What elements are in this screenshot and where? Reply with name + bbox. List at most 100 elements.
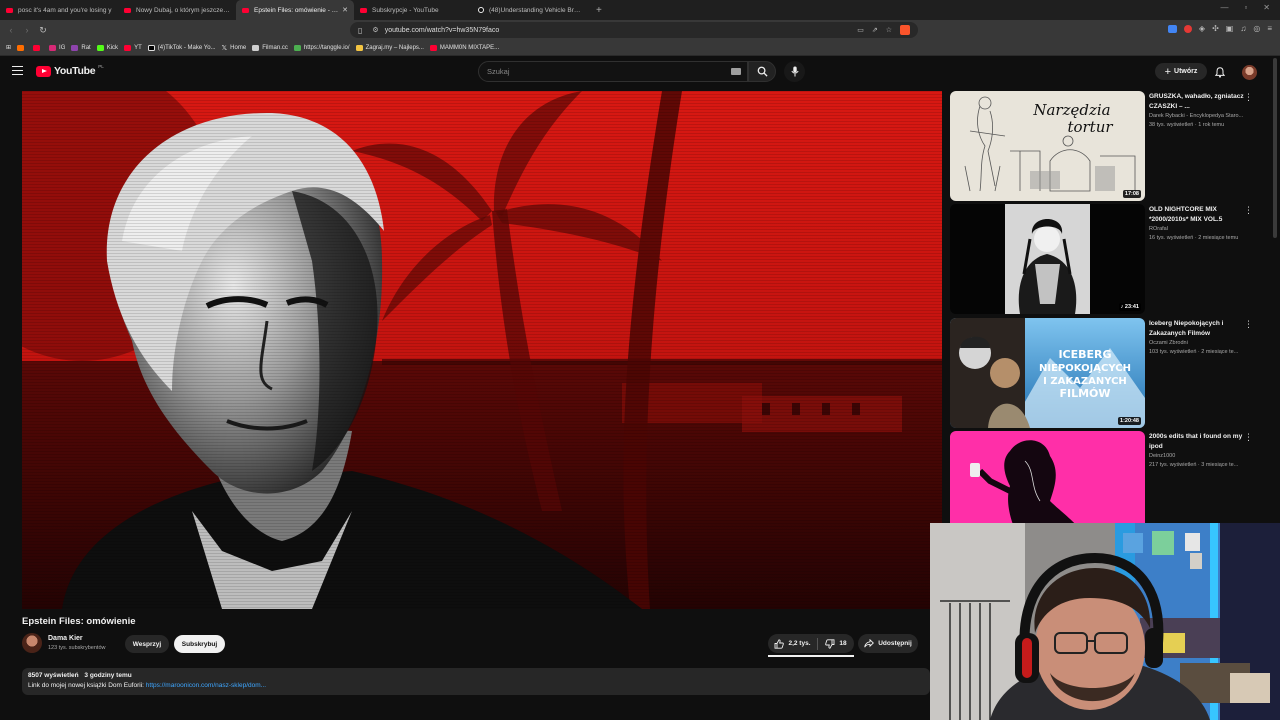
recommendation-channel[interactable]: Darek Rybacki - Encyklopedya Staro...: [1149, 113, 1249, 119]
cast-icon[interactable]: ▭: [857, 26, 864, 34]
browser-toolbar: ‹ › ↻ ▯ ⚙ youtube.com/watch?v=hw35N79fac…: [0, 20, 1280, 40]
maximize-icon[interactable]: ▫: [1244, 3, 1247, 12]
description-box[interactable]: 8507 wyświetleń 3 godziny temu Link do m…: [22, 668, 930, 695]
video-duration: ♪ 23:41: [1118, 303, 1141, 311]
recommendation-item[interactable]: Narzędzia tortur 17:08 GRUSZKA, wahadło,…: [950, 91, 1270, 201]
bookmark-item[interactable]: MAMM0N MIXTAPE...: [429, 44, 499, 51]
video-duration: 1:20:48: [1118, 417, 1141, 425]
star-icon[interactable]: ☆: [886, 26, 892, 34]
video-thumbnail[interactable]: ♪ 23:41: [950, 204, 1145, 314]
youtube-icon: [360, 7, 367, 13]
create-button[interactable]: + Utwórz: [1155, 63, 1207, 80]
youtube-icon: [242, 7, 249, 13]
channel-avatar[interactable]: [22, 633, 42, 653]
notifications-bell-icon[interactable]: [1213, 65, 1227, 79]
recommendation-item[interactable]: ♪ 23:41 OLD NIGHTCORE MIX *2000/2010s* M…: [950, 204, 1270, 314]
like-ratio-bar: [768, 655, 854, 657]
address-bar[interactable]: ▯ ⚙ youtube.com/watch?v=hw35N79faco ▭ ⇗ …: [350, 22, 918, 38]
new-tab-button[interactable]: +: [596, 5, 602, 16]
voice-search-button[interactable]: [784, 61, 805, 82]
bookmark-item[interactable]: Filman.cc: [252, 44, 288, 51]
close-tab-icon[interactable]: ✕: [342, 6, 348, 14]
forward-icon[interactable]: ›: [19, 25, 35, 35]
apps-icon[interactable]: ⊞: [6, 44, 11, 51]
recommendation-meta: 38 tys. wyświetleń · 1 rok temu: [1149, 122, 1225, 128]
hamburger-menu-icon[interactable]: [12, 66, 23, 75]
extension-icon[interactable]: [1167, 24, 1177, 33]
keyboard-icon[interactable]: [731, 68, 741, 75]
recommendation-title[interactable]: GRUSZKA, wahadło, zgniatacz CZASZKI – ..…: [1149, 92, 1249, 111]
channel-name[interactable]: Dama Kier: [48, 635, 105, 642]
recommendation-title[interactable]: Iceberg Niepokojących i Zakazanych Filmó…: [1149, 319, 1249, 338]
thumb-text: ICEBERG: [1058, 348, 1111, 361]
microphone-icon: [790, 66, 799, 77]
recommendation-item[interactable]: ICEBERG NIEPOKOJĄCYCH I ZAKAZANYCH FILMÓ…: [950, 318, 1270, 428]
more-options-icon[interactable]: ⋮: [1244, 320, 1253, 329]
reload-icon[interactable]: ↻: [35, 25, 51, 36]
bookmark-icon[interactable]: ▯: [358, 26, 362, 35]
support-button[interactable]: Wesprzyj: [125, 635, 169, 653]
record-extension-icon[interactable]: [1183, 24, 1192, 33]
wallet-icon[interactable]: ◎: [1253, 24, 1260, 33]
minimize-icon[interactable]: —: [1220, 3, 1228, 12]
account-avatar[interactable]: [1242, 65, 1257, 80]
bookmark-item[interactable]: Kick: [96, 44, 118, 51]
music-icon[interactable]: ♫: [1240, 24, 1246, 33]
like-button[interactable]: 2,2 tys.: [768, 637, 818, 650]
recommendation-meta: 217 tys. wyświetleń · 3 miesiące te...: [1149, 462, 1239, 468]
bookmark-item[interactable]: 𝕏 Home: [222, 44, 247, 52]
recommendation-title[interactable]: OLD NIGHTCORE MIX *2000/2010s* MIX VOL.5: [1149, 205, 1249, 224]
youtube-masthead: YouTube PL Szukaj + Utwórz: [0, 57, 1280, 87]
bookmark-item[interactable]: (4)TikTok - Make Yo...: [147, 44, 216, 51]
video-thumbnail[interactable]: Narzędzia tortur 17:08: [950, 91, 1145, 201]
dislike-button[interactable]: 18: [818, 638, 854, 649]
bookmark-item[interactable]: https://tanggle.io/: [293, 44, 350, 51]
youtube-logo[interactable]: YouTube PL: [36, 64, 104, 77]
more-options-icon[interactable]: ⋮: [1244, 93, 1253, 102]
tab-title: Epstein Files: omówienie - Yo: [254, 6, 339, 14]
bookmark-item[interactable]: YT: [124, 44, 142, 51]
search-button[interactable]: [748, 61, 776, 82]
site-info-icon[interactable]: ⚙: [372, 26, 378, 34]
recommendation-channel[interactable]: Deinz1000: [1149, 453, 1249, 459]
sidebar-icon[interactable]: ▣: [1226, 24, 1234, 33]
url-text[interactable]: youtube.com/watch?v=hw35N79faco: [385, 27, 500, 34]
video-player[interactable]: [22, 91, 942, 609]
youtube-play-icon: [36, 65, 51, 77]
more-options-icon[interactable]: ⋮: [1244, 206, 1253, 215]
back-icon[interactable]: ‹: [3, 25, 19, 35]
video-frame: [22, 91, 942, 609]
share-page-icon[interactable]: ⇗: [872, 26, 878, 34]
subscribe-button[interactable]: Subskrybuj: [174, 635, 225, 653]
page-scrollbar[interactable]: [1273, 58, 1277, 238]
puzzle-icon[interactable]: ✣: [1212, 24, 1219, 33]
bookmark-item[interactable]: Zagraj.my – Najleps...: [355, 44, 424, 51]
bookmark-item[interactable]: IG: [49, 44, 65, 51]
browser-tab[interactable]: Subskrypcje - YouTube: [354, 0, 472, 20]
close-window-icon[interactable]: ✕: [1263, 3, 1270, 12]
menu-icon[interactable]: ≡: [1267, 24, 1272, 33]
video-thumbnail[interactable]: ICEBERG NIEPOKOJĄCYCH I ZAKAZANYCH FILMÓ…: [950, 318, 1145, 428]
recommendation-meta: 103 tys. wyświetleń · 2 miesiące te...: [1149, 349, 1239, 355]
recommendation-channel[interactable]: Oczami Zbrodni: [1149, 340, 1249, 346]
description-link[interactable]: https://maroonicon.com/nasz-sklep/dom...: [146, 682, 266, 689]
recommendation-title[interactable]: 2000s edits that i found on my ipod: [1149, 432, 1249, 451]
browser-tab-active[interactable]: Epstein Files: omówienie - Yo ✕: [236, 0, 354, 20]
browser-tab[interactable]: posc it's 4am and you're losing y: [0, 0, 118, 20]
plus-icon: +: [1164, 65, 1172, 78]
search-input[interactable]: Szukaj: [478, 61, 748, 82]
more-options-icon[interactable]: ⋮: [1244, 433, 1253, 442]
recommendation-channel[interactable]: ROrafal: [1149, 226, 1249, 232]
thumb-text: FILMÓW: [1059, 387, 1110, 400]
gamepad-icon[interactable]: ◈: [1199, 24, 1205, 33]
tiktok-icon: [478, 7, 484, 13]
subscriber-count: 123 tys. subskrybentów: [48, 645, 106, 651]
brave-shield-icon[interactable]: [900, 25, 910, 35]
browser-tab[interactable]: (48)Understanding Vehicle Breakdow: [472, 0, 590, 20]
share-button[interactable]: Udostępnij: [858, 634, 918, 653]
browser-tab[interactable]: Nowy Dubaj, o którym jeszcze nie sł: [118, 0, 236, 20]
bookmark-item[interactable]: [33, 44, 43, 51]
description-text: Link do mojej nowej książki Dom Euforii:…: [28, 682, 267, 689]
bookmark-item[interactable]: [17, 44, 27, 51]
bookmark-item[interactable]: Rat: [71, 44, 91, 51]
